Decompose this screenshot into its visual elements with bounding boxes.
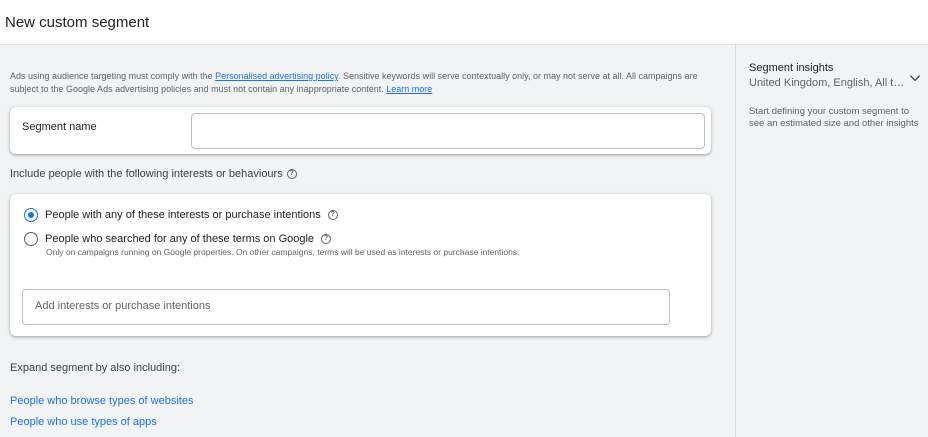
policy-notice: Ads using audience targeting must comply… <box>10 71 698 94</box>
segment-name-label: Segment name <box>22 121 97 133</box>
insights-sidebar: Segment insights United Kingdom, English… <box>735 45 928 437</box>
radio-checked-icon[interactable] <box>24 208 38 222</box>
interests-input[interactable]: Add interests or purchase intentions <box>22 289 670 325</box>
include-section-title: Include people with the following intere… <box>10 168 297 180</box>
help-circle-icon[interactable]: ? <box>327 210 338 220</box>
radio-unchecked-icon[interactable] <box>24 232 38 246</box>
insights-title: Segment insights <box>749 62 834 74</box>
radio-search-terms-option[interactable]: People who searched for any of these ter… <box>24 232 332 246</box>
radio-interests-option[interactable]: People with any of these interests or pu… <box>24 208 338 222</box>
insights-subtitle: United Kingdom, English, All types of ad… <box>749 77 905 89</box>
page-header: New custom segment <box>0 0 928 45</box>
use-apps-link[interactable]: People who use types of apps <box>10 416 157 428</box>
page-title: New custom segment <box>5 14 150 31</box>
main-panel: Ads using audience targeting must comply… <box>0 45 735 437</box>
segment-name-input[interactable] <box>191 113 705 149</box>
personalised-advertising-policy-link[interactable]: Personalised advertising policy <box>215 71 338 81</box>
search-terms-description: Only on campaigns running on Google prop… <box>46 247 520 257</box>
interests-card: People with any of these interests or pu… <box>10 194 711 336</box>
learn-more-link[interactable]: Learn more <box>386 84 432 94</box>
help-circle-icon[interactable]: ? <box>321 234 332 244</box>
insights-hint: Start defining your custom segment to se… <box>749 106 919 129</box>
expand-section-title: Expand segment by also including: <box>10 362 180 374</box>
help-circle-icon[interactable]: ? <box>286 169 297 179</box>
segment-name-card: Segment name <box>10 107 711 154</box>
chevron-down-icon[interactable] <box>908 71 922 85</box>
browse-websites-link[interactable]: People who browse types of websites <box>10 395 193 407</box>
